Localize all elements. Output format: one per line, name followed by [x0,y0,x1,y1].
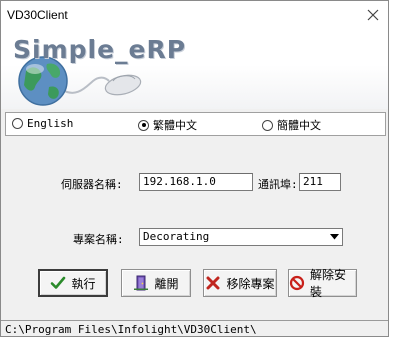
remove-project-label: 移除專案 [226,276,275,291]
app-window: VD30Client Simple_eRP English 繁體中文 簡體中文 … [0,0,389,337]
radio-simplified-chinese[interactable]: 簡體中文 [262,117,321,133]
execute-button[interactable]: 執行 [38,269,108,297]
banner-title: Simple_eRP [13,35,187,64]
radio-label-traditional-chinese: 繁體中文 [153,119,197,132]
close-button[interactable] [362,4,384,26]
radio-label-english: English [27,117,74,130]
port-input[interactable]: 211 [299,173,341,191]
radio-label-simplified-chinese: 簡體中文 [277,119,321,132]
server-name-label: 伺服器名稱: [61,178,123,191]
uninstall-label: 解除安裝 [310,268,347,299]
banner: Simple_eRP [1,29,388,109]
status-bar: C:\Program Files\Infolight\VD30Client\ [1,320,388,336]
door-exit-icon [133,275,149,291]
execute-label: 執行 [71,276,96,291]
close-icon [367,9,379,21]
remove-project-button[interactable]: 移除專案 [203,269,277,297]
radio-dot [12,118,23,129]
project-name-select[interactable]: Decorating [139,228,343,246]
radio-dot-selected [138,119,149,131]
language-selector: English 繁體中文 簡體中文 [5,112,386,136]
exit-button[interactable]: 離開 [121,269,191,297]
project-name-value: Decorating [143,230,210,243]
uninstall-button[interactable]: 解除安裝 [288,268,357,299]
port-label: 通訊埠: [258,178,298,191]
checkmark-icon [50,275,66,291]
title-bar: VD30Client [1,1,388,29]
radio-dot [262,119,273,131]
server-name-input[interactable]: 192.168.1.0 [139,173,253,191]
red-x-icon [205,275,221,291]
project-name-label: 專案名稱: [73,233,124,246]
exit-label: 離開 [154,276,179,291]
radio-english[interactable]: English [12,117,73,130]
install-path: C:\Program Files\Infolight\VD30Client\ [5,323,257,336]
chevron-down-icon[interactable] [327,230,341,244]
radio-traditional-chinese[interactable]: 繁體中文 [138,117,197,133]
window-title: VD30Client [7,8,68,22]
no-entry-icon [289,275,305,291]
